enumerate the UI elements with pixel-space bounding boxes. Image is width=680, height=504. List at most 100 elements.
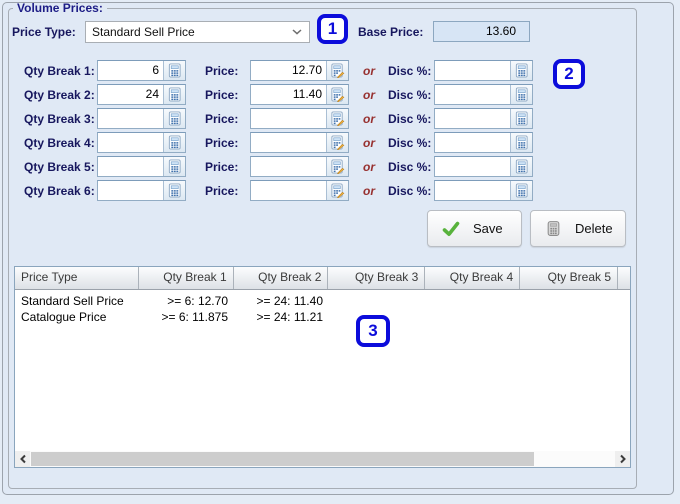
calculator-edit-icon xyxy=(330,183,345,198)
qty-break-1-value: 6 xyxy=(152,63,159,77)
qty-break-6-input[interactable] xyxy=(97,180,186,201)
base-price-field: 13.60 xyxy=(433,21,530,42)
price-6-value xyxy=(251,181,326,200)
price-5-input[interactable] xyxy=(250,156,349,177)
price-2-value: 11.40 xyxy=(292,87,322,101)
grid-cell: >= 24: 11.21 xyxy=(256,310,323,324)
disc-2-calculator-button[interactable] xyxy=(510,85,532,104)
chevron-right-icon xyxy=(619,454,627,464)
disc-1-input[interactable] xyxy=(434,60,533,81)
price-type-label: Price Type: xyxy=(12,25,76,39)
disc-1-value xyxy=(435,61,510,80)
qty-break-1-label: Qty Break 1: xyxy=(24,64,95,78)
qty-break-5-value xyxy=(98,157,163,176)
qty-break-2-calculator-button[interactable] xyxy=(163,85,185,104)
disc-3-value xyxy=(435,109,510,128)
qty-break-2-input[interactable]: 24 xyxy=(97,84,186,105)
qty-break-3-input[interactable] xyxy=(97,108,186,129)
disc-4-calculator-button[interactable] xyxy=(510,133,532,152)
qty-break-5-calculator-button[interactable] xyxy=(163,157,185,176)
grid-cell xyxy=(426,293,521,309)
disc-5-input[interactable] xyxy=(434,156,533,177)
disc-3-input[interactable] xyxy=(434,108,533,129)
or-2-label: or xyxy=(363,88,375,102)
calculator-edit-icon xyxy=(330,111,345,126)
calculator-icon xyxy=(167,87,182,102)
qty-break-3-label: Qty Break 3: xyxy=(24,112,95,126)
price-breaks-grid: Price Type Qty Break 1 Qty Break 2 Qty B… xyxy=(14,266,631,468)
scrollbar-track[interactable] xyxy=(30,451,615,467)
price-6-edit-button[interactable] xyxy=(326,181,348,200)
qty-break-row-4: Qty Break 4: Price: or Disc %: xyxy=(0,132,680,154)
disc-6-value xyxy=(435,181,510,200)
disc-1-calculator-button[interactable] xyxy=(510,61,532,80)
grid-header-qty-break-4[interactable]: Qty Break 4 xyxy=(425,267,521,289)
grid-header-qty-break-5[interactable]: Qty Break 5 xyxy=(520,267,618,289)
qty-break-2-label: Qty Break 2: xyxy=(24,88,95,102)
annotation-callout-3: 3 xyxy=(356,315,390,347)
calculator-delete-icon xyxy=(545,220,562,237)
price-3-edit-button[interactable] xyxy=(326,109,348,128)
grid-header-qty-break-3[interactable]: Qty Break 3 xyxy=(328,267,426,289)
qty-break-1-calculator-button[interactable] xyxy=(163,61,185,80)
scroll-right-button[interactable] xyxy=(615,451,630,467)
save-button-label: Save xyxy=(473,221,503,236)
grid-cell xyxy=(426,309,521,325)
qty-break-row-5: Qty Break 5: Price: or Disc %: xyxy=(0,156,680,178)
disc-6-input[interactable] xyxy=(434,180,533,201)
price-4-input[interactable] xyxy=(250,132,349,153)
calculator-icon xyxy=(167,111,182,126)
or-6-label: or xyxy=(363,184,375,198)
grid-header-price-type[interactable]: Price Type xyxy=(15,267,139,289)
disc-1-label: Disc %: xyxy=(388,64,432,78)
qty-break-3-calculator-button[interactable] xyxy=(163,109,185,128)
disc-3-calculator-button[interactable] xyxy=(510,109,532,128)
price-6-input[interactable] xyxy=(250,180,349,201)
price-5-edit-button[interactable] xyxy=(326,157,348,176)
annotation-callout-1: 1 xyxy=(317,14,348,44)
price-2-edit-button[interactable] xyxy=(326,85,348,104)
price-3-label: Price: xyxy=(205,112,239,126)
grid-row-catalogue-price[interactable]: Catalogue Price >= 6: 11.875 >= 24: 11.2… xyxy=(15,309,630,325)
qty-break-6-calculator-button[interactable] xyxy=(163,181,185,200)
price-4-edit-button[interactable] xyxy=(326,133,348,152)
qty-break-5-label: Qty Break 5: xyxy=(24,160,95,174)
grid-header-qty-break-2[interactable]: Qty Break 2 xyxy=(234,267,329,289)
base-price-label: Base Price: xyxy=(358,25,424,39)
save-button[interactable]: Save xyxy=(427,210,522,247)
disc-2-input[interactable] xyxy=(434,84,533,105)
delete-button[interactable]: Delete xyxy=(530,210,626,247)
grid-header-qty-break-1[interactable]: Qty Break 1 xyxy=(139,267,234,289)
screen: Volume Prices: Price Type: Standard Sell… xyxy=(0,0,680,504)
qty-break-2-value: 24 xyxy=(145,87,159,101)
scrollbar-thumb[interactable] xyxy=(31,452,534,466)
grid-header-row: Price Type Qty Break 1 Qty Break 2 Qty B… xyxy=(15,267,630,290)
price-1-label: Price: xyxy=(205,64,239,78)
price-2-label: Price: xyxy=(205,88,239,102)
disc-5-calculator-button[interactable] xyxy=(510,157,532,176)
disc-4-input[interactable] xyxy=(434,132,533,153)
grid-row-standard-sell-price[interactable]: Standard Sell Price >= 6: 12.70 >= 24: 1… xyxy=(15,293,630,309)
calculator-edit-icon xyxy=(330,135,345,150)
price-type-dropdown[interactable]: Standard Sell Price xyxy=(85,21,310,43)
calculator-edit-icon xyxy=(330,87,345,102)
calculator-icon xyxy=(514,183,529,198)
price-1-input[interactable]: 12.70 xyxy=(250,60,349,81)
scroll-left-button[interactable] xyxy=(15,451,30,467)
price-1-edit-button[interactable] xyxy=(326,61,348,80)
grid-cell: >= 6: 12.70 xyxy=(167,294,228,308)
chevron-down-icon xyxy=(285,29,309,35)
qty-break-1-input[interactable]: 6 xyxy=(97,60,186,81)
calculator-icon xyxy=(514,159,529,174)
qty-break-5-input[interactable] xyxy=(97,156,186,177)
calculator-icon xyxy=(167,63,182,78)
calculator-icon xyxy=(167,135,182,150)
qty-break-4-input[interactable] xyxy=(97,132,186,153)
disc-6-calculator-button[interactable] xyxy=(510,181,532,200)
calculator-icon xyxy=(514,63,529,78)
horizontal-scrollbar[interactable] xyxy=(15,451,630,467)
price-2-input[interactable]: 11.40 xyxy=(250,84,349,105)
price-3-input[interactable] xyxy=(250,108,349,129)
disc-5-value xyxy=(435,157,510,176)
qty-break-4-calculator-button[interactable] xyxy=(163,133,185,152)
